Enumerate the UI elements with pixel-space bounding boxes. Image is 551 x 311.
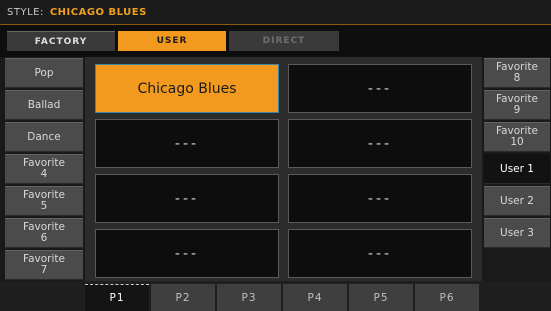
- bank-favorite-8-button[interactable]: Favorite 8: [484, 58, 550, 88]
- title-bar: STYLE: CHICAGO BLUES: [0, 0, 551, 25]
- page-tab-p5[interactable]: P5: [349, 284, 413, 311]
- bank-user-3-button[interactable]: User 3: [484, 218, 550, 248]
- style-name: CHICAGO BLUES: [49, 6, 147, 18]
- left-bank-column: Pop Ballad Dance Favorite 4 Favorite 5 F…: [0, 57, 85, 281]
- bank-favorite-4-button[interactable]: Favorite 4: [5, 154, 83, 184]
- style-slot-5[interactable]: ---: [95, 174, 279, 223]
- tab-user[interactable]: USER: [118, 31, 226, 51]
- tab-direct: DIRECT: [229, 31, 339, 51]
- page-tab-bar: P1 P2 P3 P4 P5 P6: [0, 281, 551, 311]
- style-slot-3[interactable]: ---: [95, 119, 279, 168]
- bank-favorite-6-button[interactable]: Favorite 6: [5, 218, 83, 248]
- bank-dance-button[interactable]: Dance: [5, 122, 83, 152]
- bank-favorite-5-button[interactable]: Favorite 5: [5, 186, 83, 216]
- bank-user-2-button[interactable]: User 2: [484, 186, 550, 216]
- style-slot-2[interactable]: ---: [288, 64, 472, 113]
- style-grid: Chicago Blues --- --- --- --- --- --- --…: [85, 57, 482, 281]
- style-slot-8[interactable]: ---: [288, 229, 472, 278]
- bank-favorite-7-button[interactable]: Favorite 7: [5, 250, 83, 280]
- style-slot-1[interactable]: Chicago Blues: [95, 64, 279, 113]
- bank-user-1-button[interactable]: User 1: [484, 154, 550, 184]
- bank-favorite-9-button[interactable]: Favorite 9: [484, 90, 550, 120]
- page-tab-p3[interactable]: P3: [217, 284, 281, 311]
- right-bank-column: Favorite 8 Favorite 9 Favorite 10 User 1…: [482, 57, 551, 281]
- style-label: STYLE:: [7, 6, 44, 18]
- bank-ballad-button[interactable]: Ballad: [5, 90, 83, 120]
- tab-factory[interactable]: FACTORY: [7, 31, 115, 51]
- page-tab-p6[interactable]: P6: [415, 284, 479, 311]
- bank-favorite-10-button[interactable]: Favorite 10: [484, 122, 550, 152]
- style-slot-7[interactable]: ---: [95, 229, 279, 278]
- style-slot-6[interactable]: ---: [288, 174, 472, 223]
- page-tab-p2[interactable]: P2: [151, 284, 215, 311]
- page-tab-p1[interactable]: P1: [85, 284, 149, 311]
- style-slot-4[interactable]: ---: [288, 119, 472, 168]
- top-tab-bar: FACTORY USER DIRECT: [0, 25, 551, 57]
- bank-pop-button[interactable]: Pop: [5, 58, 83, 88]
- page-tab-p4[interactable]: P4: [283, 284, 347, 311]
